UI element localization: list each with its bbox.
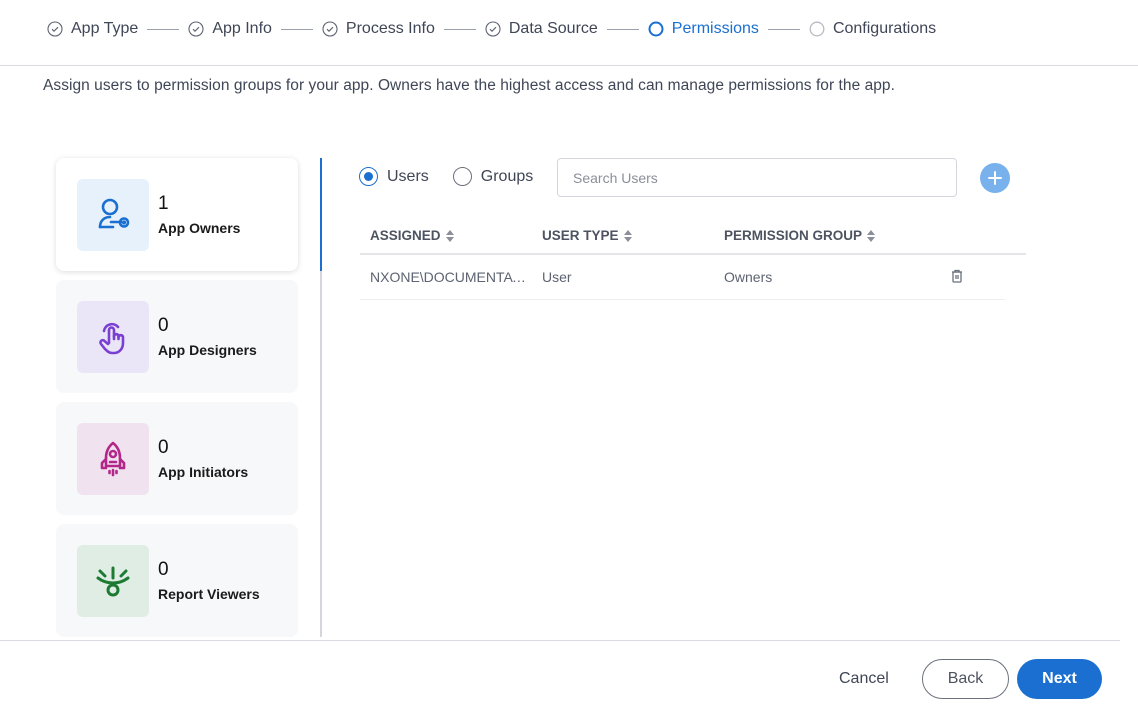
cell-assigned: NXONE\DOCUMENTATI... <box>370 269 536 285</box>
assigned-users-table: ASSIGNED USER TYPE PERMISSION GROUP NXON… <box>360 218 1026 300</box>
radio-circle[interactable] <box>359 167 378 186</box>
step-label: Configurations <box>832 20 937 37</box>
check-circle-icon <box>322 21 338 37</box>
delete-row-button[interactable] <box>951 269 963 283</box>
card-report-viewers[interactable]: 0 Report Viewers <box>56 524 298 637</box>
cell-permission-group: Owners <box>724 269 773 285</box>
designers-label: App Designers <box>158 341 257 358</box>
icon-box <box>77 422 149 495</box>
selected-card-indicator <box>320 158 322 271</box>
owners-label: App Owners <box>158 219 241 236</box>
icon-box <box>77 178 149 251</box>
column-label: ASSIGNED <box>370 228 441 243</box>
ring-icon <box>648 21 664 37</box>
wizard-stepper: App Type App Info Process Info Data Sour… <box>47 17 936 41</box>
step-connector <box>606 28 639 30</box>
trash-icon <box>952 269 962 283</box>
eye-lashes-icon <box>96 566 130 596</box>
user-key-icon <box>98 198 130 228</box>
card-app-initiators[interactable]: 0 App Initiators <box>56 402 298 515</box>
next-button[interactable]: Next <box>1017 659 1102 699</box>
header-divider <box>0 65 1138 66</box>
step-label: Data Source <box>508 20 598 37</box>
radio-label: Groups <box>480 167 534 185</box>
permission-group-list: 1 App Owners 0 App Designers 0 App Initi… <box>56 158 298 646</box>
icon-box <box>77 544 149 617</box>
owners-count: 1 <box>158 192 169 214</box>
viewers-count: 0 <box>158 558 169 580</box>
step-app-type[interactable]: App Type <box>47 20 138 38</box>
step-permissions[interactable]: Permissions <box>648 20 759 38</box>
table-header: ASSIGNED USER TYPE PERMISSION GROUP <box>360 218 1026 255</box>
column-label: USER TYPE <box>542 228 619 243</box>
step-label: Process Info <box>345 20 435 37</box>
sort-icon[interactable] <box>867 229 876 242</box>
table-row: NXONE\DOCUMENTATI... User Owners <box>360 255 1005 300</box>
designers-count: 0 <box>158 314 169 336</box>
step-connector <box>280 28 313 30</box>
step-connector <box>147 28 180 30</box>
search-users-input[interactable] <box>557 158 957 197</box>
step-label: App Info <box>212 20 272 37</box>
step-data-source[interactable]: Data Source <box>485 20 598 38</box>
initiators-count: 0 <box>158 436 169 458</box>
column-label: PERMISSION GROUP <box>724 228 863 243</box>
column-header-permission-group[interactable]: PERMISSION GROUP <box>724 228 944 243</box>
hand-pointer-icon <box>99 322 125 354</box>
sort-icon[interactable] <box>445 229 454 242</box>
empty-circle-icon <box>809 21 825 37</box>
back-button[interactable]: Back <box>922 659 1009 699</box>
column-header-assigned[interactable]: ASSIGNED <box>360 228 542 243</box>
intro-text: Assign users to permission groups for yo… <box>43 77 895 94</box>
sort-icon[interactable] <box>623 229 632 242</box>
icon-box <box>77 300 149 373</box>
radio-groups[interactable]: Groups <box>452 167 534 186</box>
step-configurations[interactable]: Configurations <box>809 20 936 38</box>
card-app-designers[interactable]: 0 App Designers <box>56 280 298 393</box>
radio-circle[interactable] <box>452 167 472 186</box>
initiators-label: App Initiators <box>158 463 249 480</box>
radio-users[interactable]: Users <box>359 167 429 186</box>
rocket-icon <box>100 441 126 476</box>
add-user-button[interactable] <box>980 163 1010 193</box>
cancel-button[interactable]: Cancel <box>826 664 902 694</box>
step-label: App Type <box>71 20 139 37</box>
assign-type-radio-group: Users Groups <box>359 167 557 186</box>
step-process-info[interactable]: Process Info <box>322 20 435 38</box>
card-app-owners[interactable]: 1 App Owners <box>56 158 298 271</box>
viewers-label: Report Viewers <box>158 585 260 602</box>
check-circle-icon <box>47 21 63 37</box>
plus-icon <box>988 171 1002 185</box>
step-connector <box>767 28 800 30</box>
step-label: Permissions <box>671 20 759 37</box>
column-header-user-type[interactable]: USER TYPE <box>542 228 724 243</box>
footer-divider <box>0 640 1120 641</box>
step-connector <box>443 28 476 30</box>
cell-user-type: User <box>542 269 572 285</box>
step-app-info[interactable]: App Info <box>188 20 272 38</box>
radio-label: Users <box>387 167 429 185</box>
check-circle-icon <box>485 21 501 37</box>
check-circle-icon <box>188 21 204 37</box>
